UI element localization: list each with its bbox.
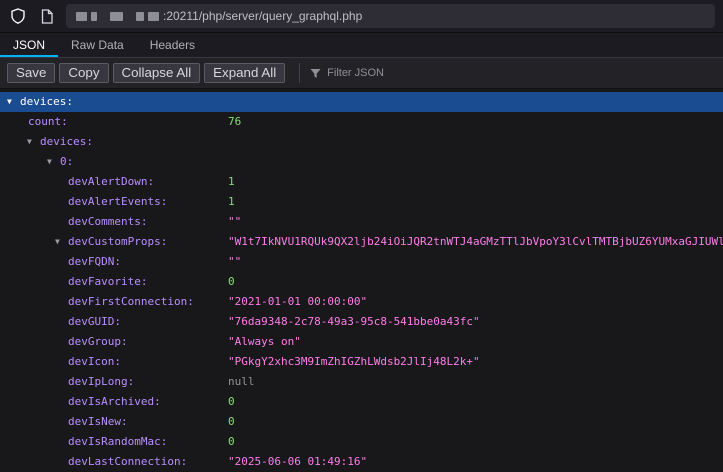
json-value: 0 [228, 432, 235, 452]
url-bar[interactable]: :20211/php/server/query_graphql.php [66, 4, 715, 28]
expand-arrow-icon[interactable]: ▼ [27, 132, 32, 152]
json-key: devCustomProps: [68, 235, 167, 248]
tab-headers[interactable]: Headers [137, 33, 208, 57]
copy-button[interactable]: Copy [59, 63, 108, 83]
json-row[interactable]: devFirstConnection: "2021-01-01 00:00:00" [0, 292, 723, 312]
json-key: devIsArchived: [68, 395, 161, 408]
json-key: devFirstConnection: [68, 295, 194, 308]
json-row[interactable]: devIcon: "PGkgY2xhc3M9ImZhIGZhLWdsb2JlIj4… [0, 352, 723, 372]
json-key: devIcon: [68, 355, 121, 368]
redacted-host-segment [76, 12, 87, 21]
expand-all-button[interactable]: Expand All [204, 63, 285, 83]
collapse-all-button[interactable]: Collapse All [113, 63, 201, 83]
json-row[interactable]: ▼ 0: [0, 152, 723, 172]
json-key: devAlertEvents: [68, 195, 167, 208]
json-value: "2021-01-01 00:00:00" [228, 292, 367, 312]
json-value: "Always on" [228, 332, 301, 352]
json-value: "PGkgY2xhc3M9ImZhIGZhLWdsb2JlIj48L2k+" [228, 352, 480, 372]
tab-json[interactable]: JSON [0, 33, 58, 57]
json-key: devFavorite: [68, 275, 147, 288]
json-key: devIsNew: [68, 415, 128, 428]
expand-arrow-icon[interactable]: ▼ [7, 92, 12, 112]
json-key: devices: [40, 135, 93, 148]
json-value: "76da9348-2c78-49a3-95c8-541bbe0a43fc" [228, 312, 480, 332]
json-key: devFQDN: [68, 255, 121, 268]
json-key: devIpLong: [68, 375, 134, 388]
json-tree: ▼ devices: count: 76 ▼ devices: ▼ 0: devAlertDow… [0, 89, 723, 472]
json-row[interactable]: ▼ devices: [0, 132, 723, 152]
json-row[interactable]: devLastConnection: "2025-06-06 01:49:16" [0, 452, 723, 472]
json-key: devices: [20, 95, 73, 108]
json-value: "2025-06-06 01:49:16" [228, 452, 367, 472]
json-value: "" [228, 252, 241, 272]
json-key: devLastConnection: [68, 455, 187, 468]
json-row[interactable]: ▼ devices: [0, 92, 723, 112]
json-value: null [228, 372, 255, 392]
expand-arrow-icon[interactable]: ▼ [47, 152, 52, 172]
json-value: 0 [228, 412, 235, 432]
json-row[interactable]: devIsRandomMac: 0 [0, 432, 723, 452]
json-row[interactable]: devAlertEvents: 1 [0, 192, 723, 212]
save-button[interactable]: Save [7, 63, 55, 83]
json-value: "" [228, 212, 241, 232]
json-key: devGroup: [68, 335, 128, 348]
filter-funnel-icon [310, 68, 321, 79]
json-key: 0: [60, 155, 73, 168]
json-row[interactable]: devGUID: "76da9348-2c78-49a3-95c8-541bbe0… [0, 312, 723, 332]
json-row[interactable]: devFavorite: 0 [0, 272, 723, 292]
shield-icon[interactable] [8, 5, 28, 27]
json-key: count: [28, 115, 68, 128]
expand-arrow-icon[interactable]: ▼ [55, 232, 60, 252]
json-key: devGUID: [68, 315, 121, 328]
json-value: 0 [228, 392, 235, 412]
redacted-host-segment [91, 12, 97, 21]
json-value: 1 [228, 192, 235, 212]
json-row[interactable]: devAlertDown: 1 [0, 172, 723, 192]
json-key: devIsRandomMac: [68, 435, 167, 448]
url-text: :20211/php/server/query_graphql.php [163, 9, 362, 23]
json-value: "W1t7IkNVU1RQUk9QX2ljb24iOiJQR2tnWTJ4aGM… [228, 232, 723, 252]
redacted-host-segment [136, 12, 144, 21]
filter-json-input[interactable]: Filter JSON [299, 63, 384, 83]
filter-placeholder: Filter JSON [327, 67, 384, 79]
json-row[interactable]: devIpLong: null [0, 372, 723, 392]
tab-raw-data[interactable]: Raw Data [58, 33, 137, 57]
json-viewer-tabbar: JSON Raw Data Headers [0, 33, 723, 58]
json-toolbar: Save Copy Collapse All Expand All Filter… [0, 58, 723, 89]
json-value: 76 [228, 112, 241, 132]
redacted-host-segment [110, 12, 123, 21]
redacted-host-segment [148, 12, 159, 21]
json-row[interactable]: devFQDN: "" [0, 252, 723, 272]
browser-toolbar: :20211/php/server/query_graphql.php [0, 0, 723, 33]
json-key: devComments: [68, 215, 147, 228]
json-row[interactable]: count: 76 [0, 112, 723, 132]
page-icon[interactable] [37, 5, 57, 27]
json-row[interactable]: devIsArchived: 0 [0, 392, 723, 412]
json-row[interactable]: devGroup: "Always on" [0, 332, 723, 352]
json-value: 0 [228, 272, 235, 292]
json-value: 1 [228, 172, 235, 192]
json-row[interactable]: devComments: "" [0, 212, 723, 232]
json-row[interactable]: ▼ devCustomProps: "W1t7IkNVU1RQUk9QX2ljb24… [0, 232, 723, 252]
json-key: devAlertDown: [68, 175, 154, 188]
json-row[interactable]: devIsNew: 0 [0, 412, 723, 432]
